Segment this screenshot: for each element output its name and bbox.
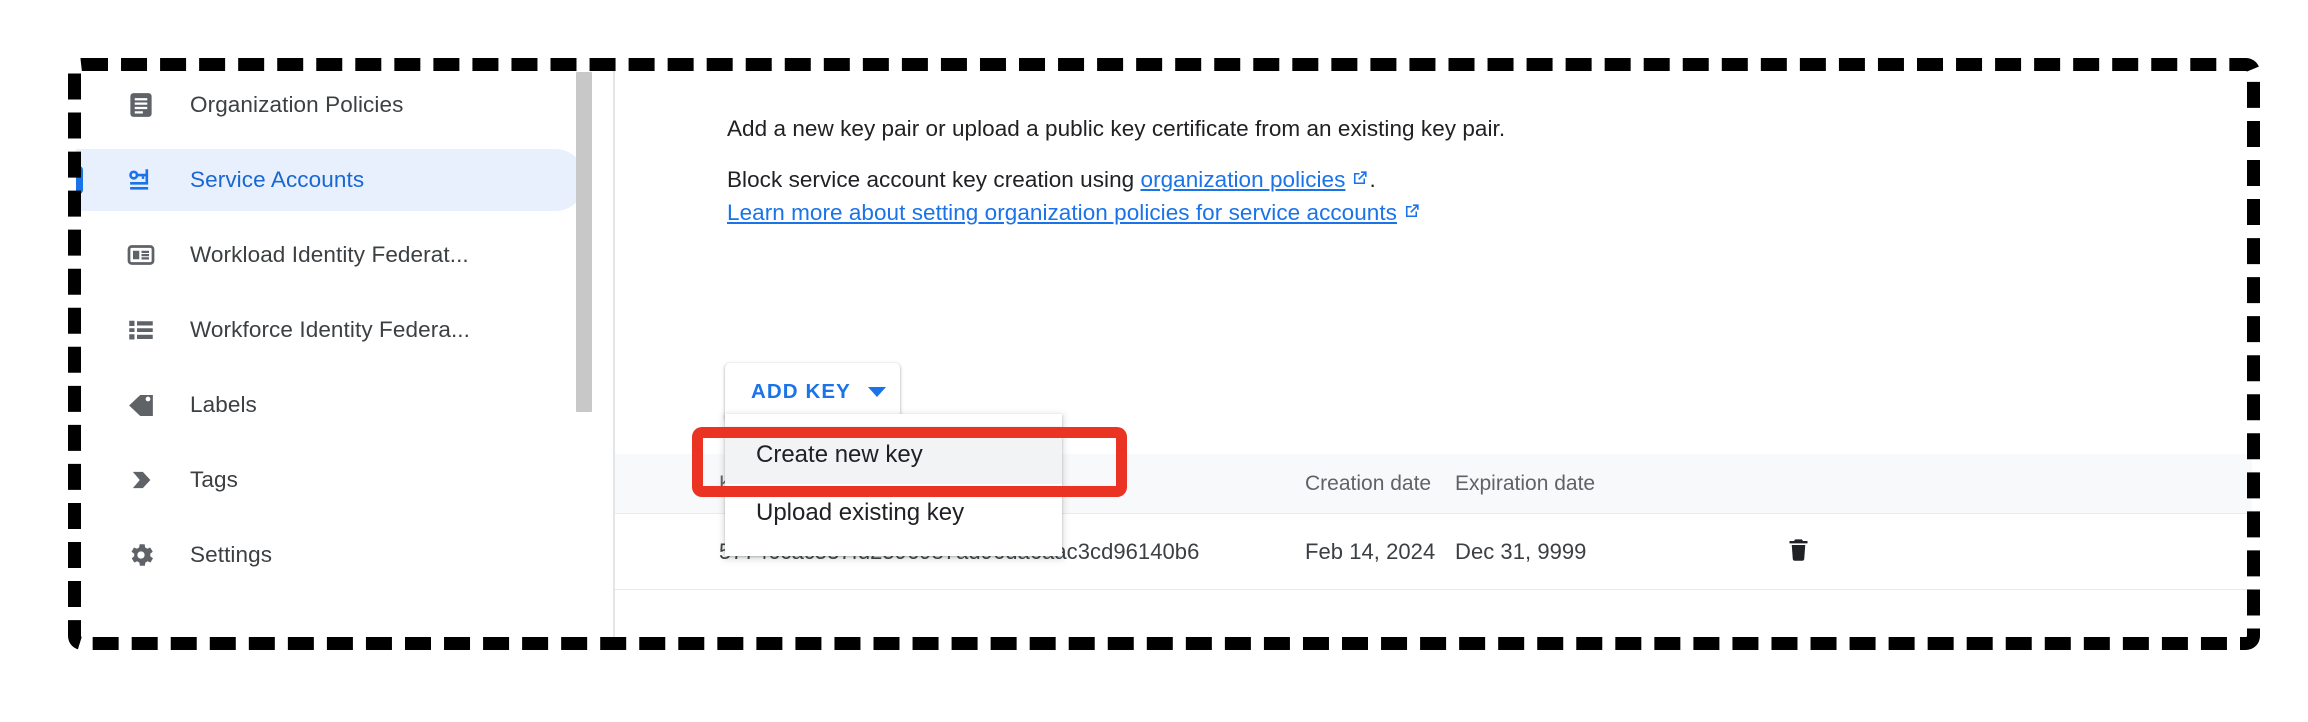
cell-expiration-date: Dec 31, 9999 (1455, 538, 1587, 564)
sidebar-item-label: Organization Policies (190, 92, 404, 117)
menu-item-create-new-key[interactable]: Create new key (725, 426, 1062, 484)
external-link-icon (1402, 201, 1421, 227)
sidebar-item-label: Workload Identity Federat... (190, 242, 469, 267)
menu-item-upload-existing-key[interactable]: Upload existing key (725, 484, 1062, 542)
service-account-key-icon (124, 163, 158, 197)
sidebar-item-label: Labels (190, 392, 257, 417)
workload-identity-card-icon (124, 238, 158, 272)
sidebar-item-settings[interactable]: Settings (76, 524, 586, 586)
sidebar-item-workforce-identity-federation[interactable]: Workforce Identity Federa... (76, 299, 586, 361)
cell-creation-date: Feb 14, 2024 (1305, 538, 1436, 564)
sidebar-item-organization-policies[interactable]: Organization Policies (76, 74, 586, 136)
gcp-console-panel: Organization Policies Service Accounts W… (76, 66, 2252, 642)
keys-description: Add a new key pair or upload a public ke… (727, 116, 1506, 141)
gear-icon (124, 538, 158, 572)
organization-policies-link[interactable]: organization policies (1141, 167, 1346, 192)
policy-document-icon (124, 88, 158, 122)
column-header-expiration-date: Expiration date (1455, 471, 1596, 495)
block-key-creation-suffix: . (1369, 167, 1376, 192)
sidebar-scrollbar-thumb[interactable] (576, 72, 592, 412)
learn-more-line: Learn more about setting organization po… (727, 200, 1421, 227)
sidebar-item-workload-identity-federation[interactable]: Workload Identity Federat... (76, 224, 586, 286)
trash-icon[interactable] (1785, 536, 1812, 568)
left-navigation: Organization Policies Service Accounts W… (76, 66, 613, 642)
sidebar-item-label: Settings (190, 542, 273, 567)
learn-more-link[interactable]: Learn more about setting organization po… (727, 200, 1397, 225)
external-link-icon (1350, 168, 1369, 194)
label-tag-icon (124, 388, 158, 422)
keys-content-area: Add a new key pair or upload a public ke… (615, 66, 2252, 642)
sidebar-item-labels[interactable]: Labels (76, 374, 586, 436)
add-key-button-label: ADD KEY (751, 380, 851, 403)
tag-chevron-icon (124, 463, 158, 497)
menu-item-label: Create new key (756, 441, 923, 468)
sidebar-item-label: Workforce Identity Federa... (190, 317, 470, 342)
column-header-creation-date: Creation date (1305, 471, 1432, 495)
workforce-identity-list-icon (124, 313, 158, 347)
sidebar-item-tags[interactable]: Tags (76, 449, 586, 511)
block-key-creation-prefix: Block service account key creation using (727, 167, 1141, 192)
add-key-dropdown-menu: Create new key Upload existing key (725, 414, 1062, 556)
sidebar-item-service-accounts[interactable]: Service Accounts (76, 149, 586, 211)
block-key-creation-line: Block service account key creation using… (727, 167, 1376, 194)
cell-actions (1785, 536, 1925, 568)
selected-indicator (76, 166, 83, 194)
chevron-down-icon (867, 387, 886, 397)
sidebar-item-label: Tags (190, 467, 238, 492)
screenshot-root: Organization Policies Service Accounts W… (0, 0, 2308, 722)
sidebar-item-label: Service Accounts (190, 167, 365, 192)
menu-item-label: Upload existing key (756, 499, 965, 526)
add-key-button[interactable]: ADD KEY (725, 363, 900, 421)
